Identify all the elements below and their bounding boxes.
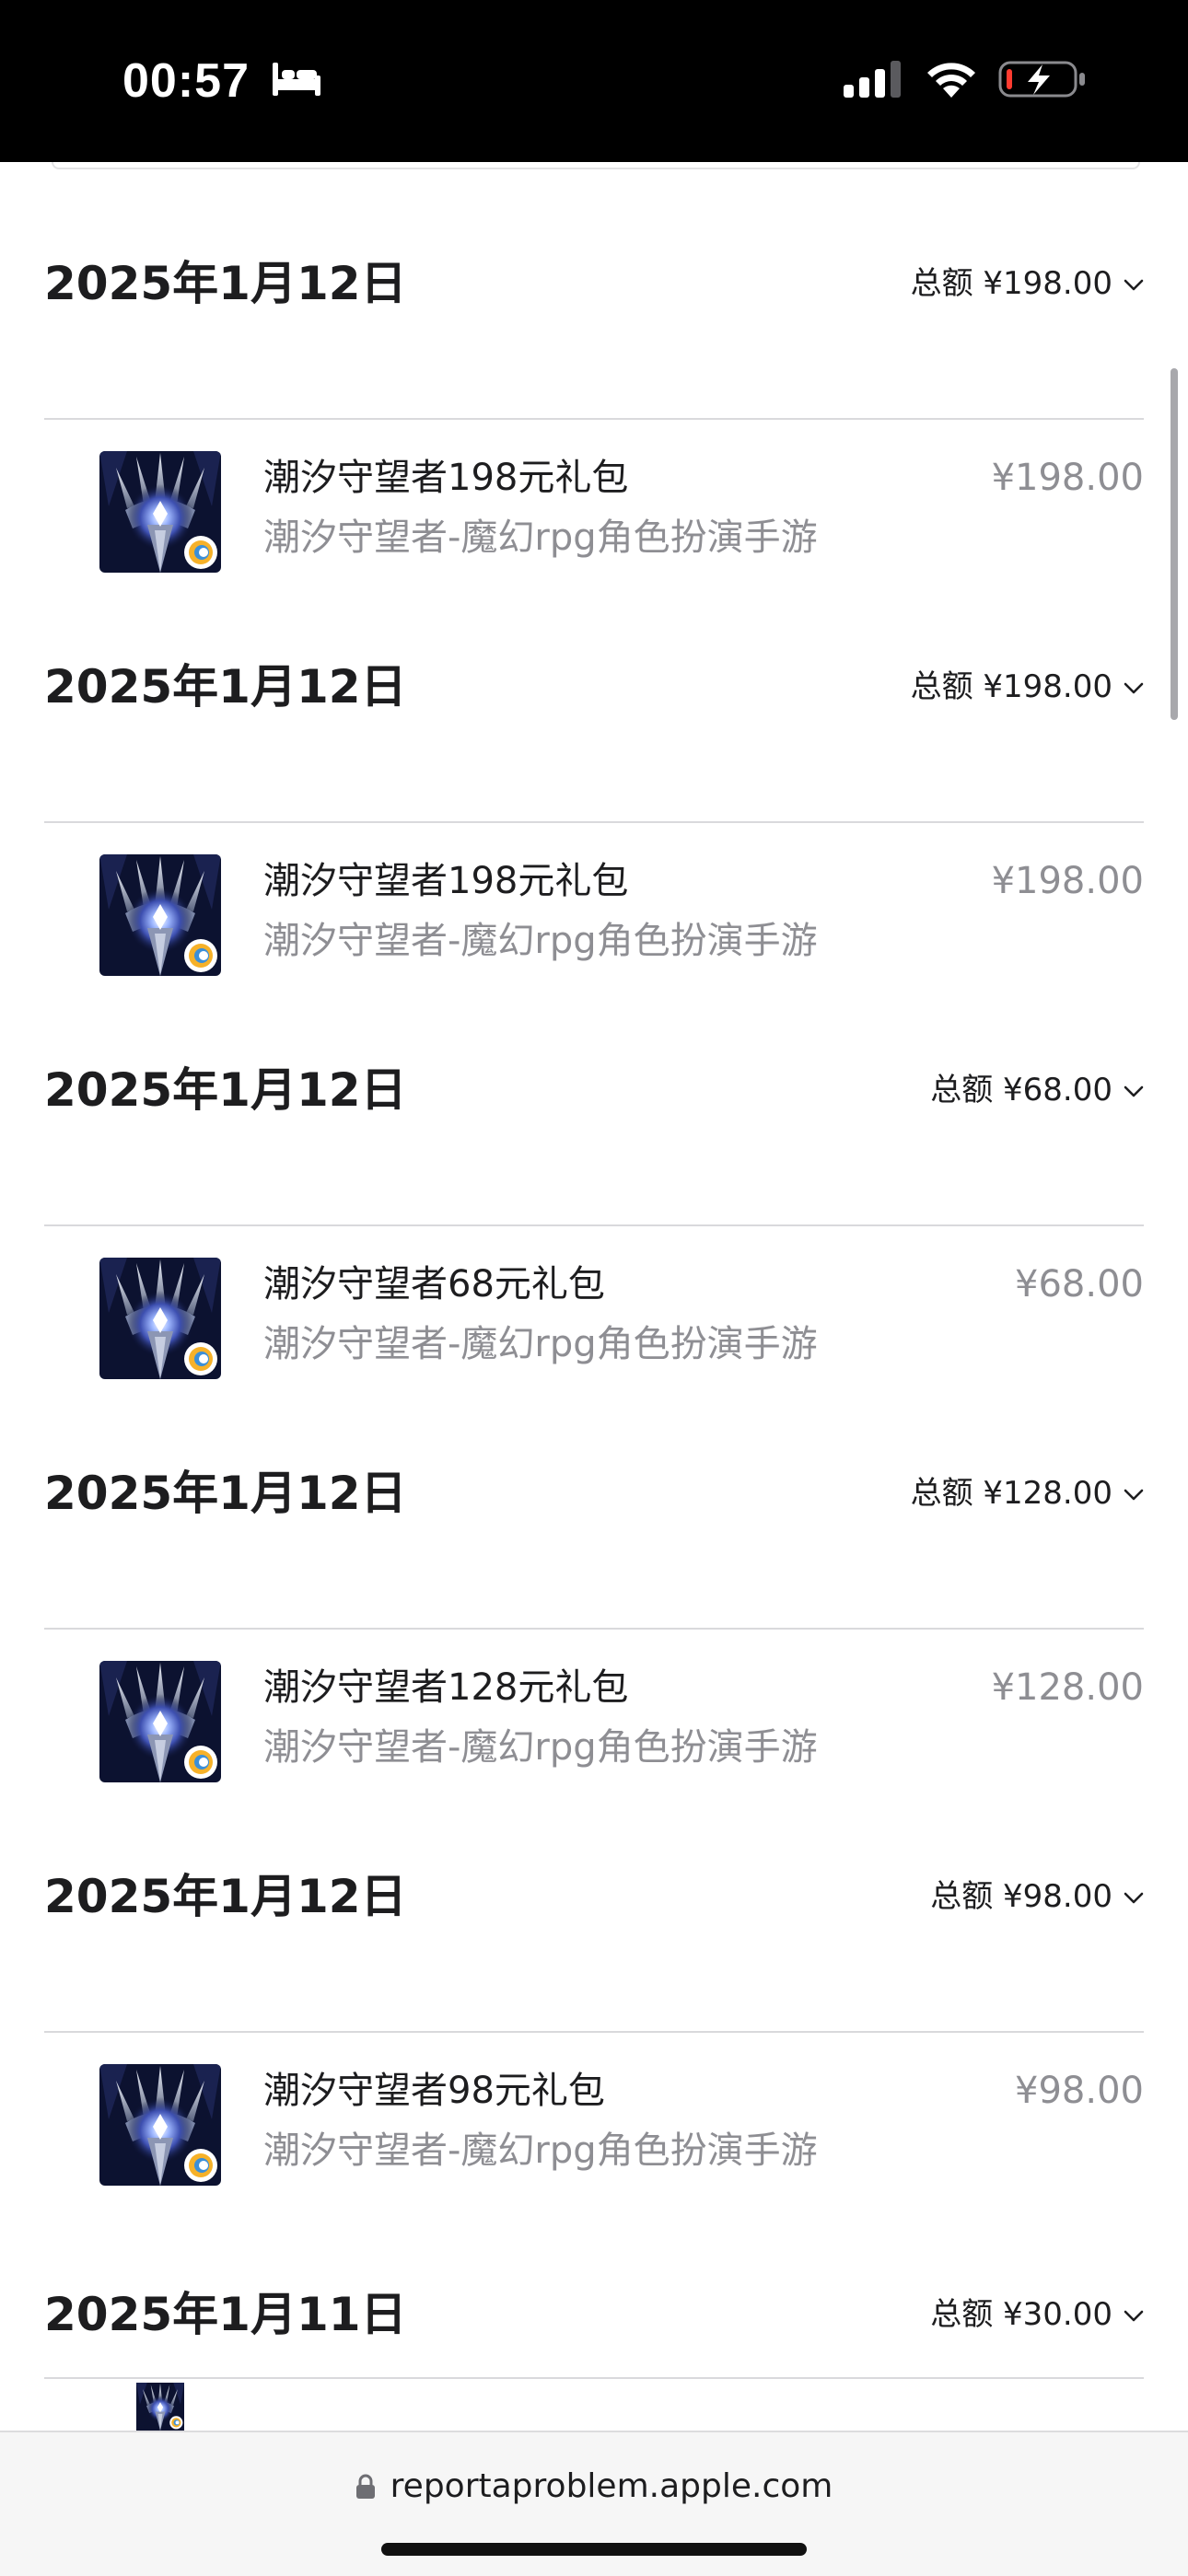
total-expand-button[interactable]: 总额 ¥30.00 xyxy=(930,2294,1144,2335)
item-title: 潮汐守望者98元礼包 xyxy=(263,2070,605,2112)
item-title: 潮汐守望者198元礼包 xyxy=(263,860,629,902)
item-app-name: 潮汐守望者-魔幻rpg角色扮演手游 xyxy=(263,920,818,962)
item-app-name: 潮汐守望者-魔幻rpg角色扮演手游 xyxy=(263,1726,818,1769)
chevron-down-icon xyxy=(1124,2310,1144,2322)
purchase-date: 2025年1月12日 xyxy=(44,1870,407,1923)
purchase-date: 2025年1月12日 xyxy=(44,1467,407,1520)
purchase-item[interactable]: 潮汐守望者198元礼包 潮汐守望者-魔幻rpg角色扮演手游 ¥198.00 xyxy=(0,420,1188,632)
purchase-item[interactable]: 潮汐守望者68元礼包 潮汐守望者-魔幻rpg角色扮演手游 ¥68.00 xyxy=(0,1226,1188,1438)
chevron-down-icon xyxy=(1124,1085,1144,1097)
app-icon xyxy=(99,1258,221,1379)
url-display[interactable]: reportaproblem.apple.com xyxy=(0,2464,1188,2510)
purchase-item[interactable]: 潮汐守望者128元礼包 潮汐守望者-魔幻rpg角色扮演手游 ¥128.00 xyxy=(0,1630,1188,1841)
purchase-group-header: 2025年1月12日 总额 ¥128.00 xyxy=(44,1436,1144,1556)
purchase-group: 2025年1月12日 总额 ¥68.00 潮汐守望者68元礼包 潮汐守望者-魔幻… xyxy=(0,1033,1188,1436)
purchase-group: 2025年1月12日 总额 ¥128.00 潮汐守望者128元礼包 潮汐守望者-… xyxy=(0,1436,1188,1839)
purchase-date: 2025年1月12日 xyxy=(44,257,407,310)
purchase-date: 2025年1月11日 xyxy=(44,2288,407,2341)
total-amount: 总额 ¥30.00 xyxy=(930,2296,1112,2333)
item-price: ¥128.00 xyxy=(991,1666,1144,1709)
cellular-signal-icon xyxy=(844,61,901,98)
total-amount: 总额 ¥68.00 xyxy=(930,1072,1112,1108)
search-field-edge xyxy=(52,162,1140,169)
item-title: 潮汐守望者128元礼包 xyxy=(263,1666,629,1709)
chevron-down-icon xyxy=(1124,1489,1144,1501)
safari-address-bar[interactable]: reportaproblem.apple.com xyxy=(0,2431,1188,2576)
total-amount: 总额 ¥198.00 xyxy=(910,265,1112,302)
url-text: reportaproblem.apple.com xyxy=(390,2467,833,2505)
total-expand-button[interactable]: 总额 ¥198.00 xyxy=(911,667,1144,707)
wifi-icon xyxy=(927,63,975,98)
item-title: 潮汐守望者68元礼包 xyxy=(263,1263,605,1305)
bed-icon xyxy=(273,63,320,96)
purchase-date: 2025年1月12日 xyxy=(44,1063,407,1117)
item-app-name: 潮汐守望者-魔幻rpg角色扮演手游 xyxy=(263,516,818,559)
purchase-group-header: 2025年1月12日 总额 ¥198.00 xyxy=(44,226,1144,346)
purchase-date: 2025年1月12日 xyxy=(44,660,407,714)
chevron-down-icon xyxy=(1124,279,1144,291)
chevron-down-icon xyxy=(1124,682,1144,694)
app-icon xyxy=(99,2383,221,2431)
app-icon xyxy=(99,2064,221,2186)
total-amount: 总额 ¥98.00 xyxy=(930,1878,1112,1915)
app-icon xyxy=(99,854,221,976)
status-time: 00:57 xyxy=(122,54,250,108)
item-price: ¥198.00 xyxy=(991,860,1144,902)
divider xyxy=(44,2377,1144,2379)
total-amount: 总额 ¥128.00 xyxy=(910,1475,1112,1512)
item-price: ¥68.00 xyxy=(1015,1263,1144,1305)
battery-charging-icon xyxy=(998,61,1085,98)
item-title: 潮汐守望者198元礼包 xyxy=(263,457,629,499)
purchase-item[interactable]: 潮汐守望者198元礼包 潮汐守望者-魔幻rpg角色扮演手游 ¥198.00 xyxy=(0,823,1188,1035)
purchase-group: 2025年1月12日 总额 ¥98.00 潮汐守望者98元礼包 潮汐守望者-魔幻… xyxy=(0,1839,1188,2243)
purchase-group-header: 2025年1月12日 总额 ¥198.00 xyxy=(44,630,1144,749)
lock-icon xyxy=(355,2474,375,2499)
total-expand-button[interactable]: 总额 ¥128.00 xyxy=(911,1473,1144,1514)
chevron-down-icon xyxy=(1124,1892,1144,1904)
item-app-name: 潮汐守望者-魔幻rpg角色扮演手游 xyxy=(263,2129,818,2172)
purchase-history-page[interactable]: 2025年1月12日 总额 ¥198.00 潮汐守望者198元礼包 潮汐守望者-… xyxy=(0,162,1188,2431)
total-expand-button[interactable]: 总额 ¥198.00 xyxy=(911,263,1144,304)
purchase-item[interactable]: 潮汐守望者98元礼包 潮汐守望者-魔幻rpg角色扮演手游 ¥98.00 xyxy=(0,2033,1188,2245)
purchase-group: 2025年1月12日 总额 ¥198.00 潮汐守望者198元礼包 潮汐守望者-… xyxy=(0,630,1188,1033)
purchase-group-header: 2025年1月12日 总额 ¥98.00 xyxy=(44,1839,1144,1959)
purchase-group: 2025年1月12日 总额 ¥198.00 潮汐守望者198元礼包 潮汐守望者-… xyxy=(0,226,1188,630)
total-expand-button[interactable]: 总额 ¥98.00 xyxy=(930,1876,1144,1917)
item-app-name: 潮汐守望者-魔幻rpg角色扮演手游 xyxy=(263,1323,818,1365)
item-price: ¥98.00 xyxy=(1015,2070,1144,2112)
app-icon xyxy=(99,1661,221,1782)
app-icon xyxy=(99,451,221,573)
home-indicator[interactable] xyxy=(381,2543,807,2556)
purchase-group-partial: 2025年1月11日 总额 ¥30.00 xyxy=(0,2257,1188,2431)
purchase-group-header: 2025年1月12日 总额 ¥68.00 xyxy=(44,1033,1144,1153)
item-price: ¥198.00 xyxy=(991,457,1144,499)
status-bar: 00:57 xyxy=(0,0,1188,162)
total-amount: 总额 ¥198.00 xyxy=(910,668,1112,705)
purchase-group-header: 2025年1月11日 总额 ¥30.00 xyxy=(44,2257,1144,2377)
total-expand-button[interactable]: 总额 ¥68.00 xyxy=(930,1070,1144,1110)
scroll-indicator[interactable] xyxy=(1171,368,1178,720)
